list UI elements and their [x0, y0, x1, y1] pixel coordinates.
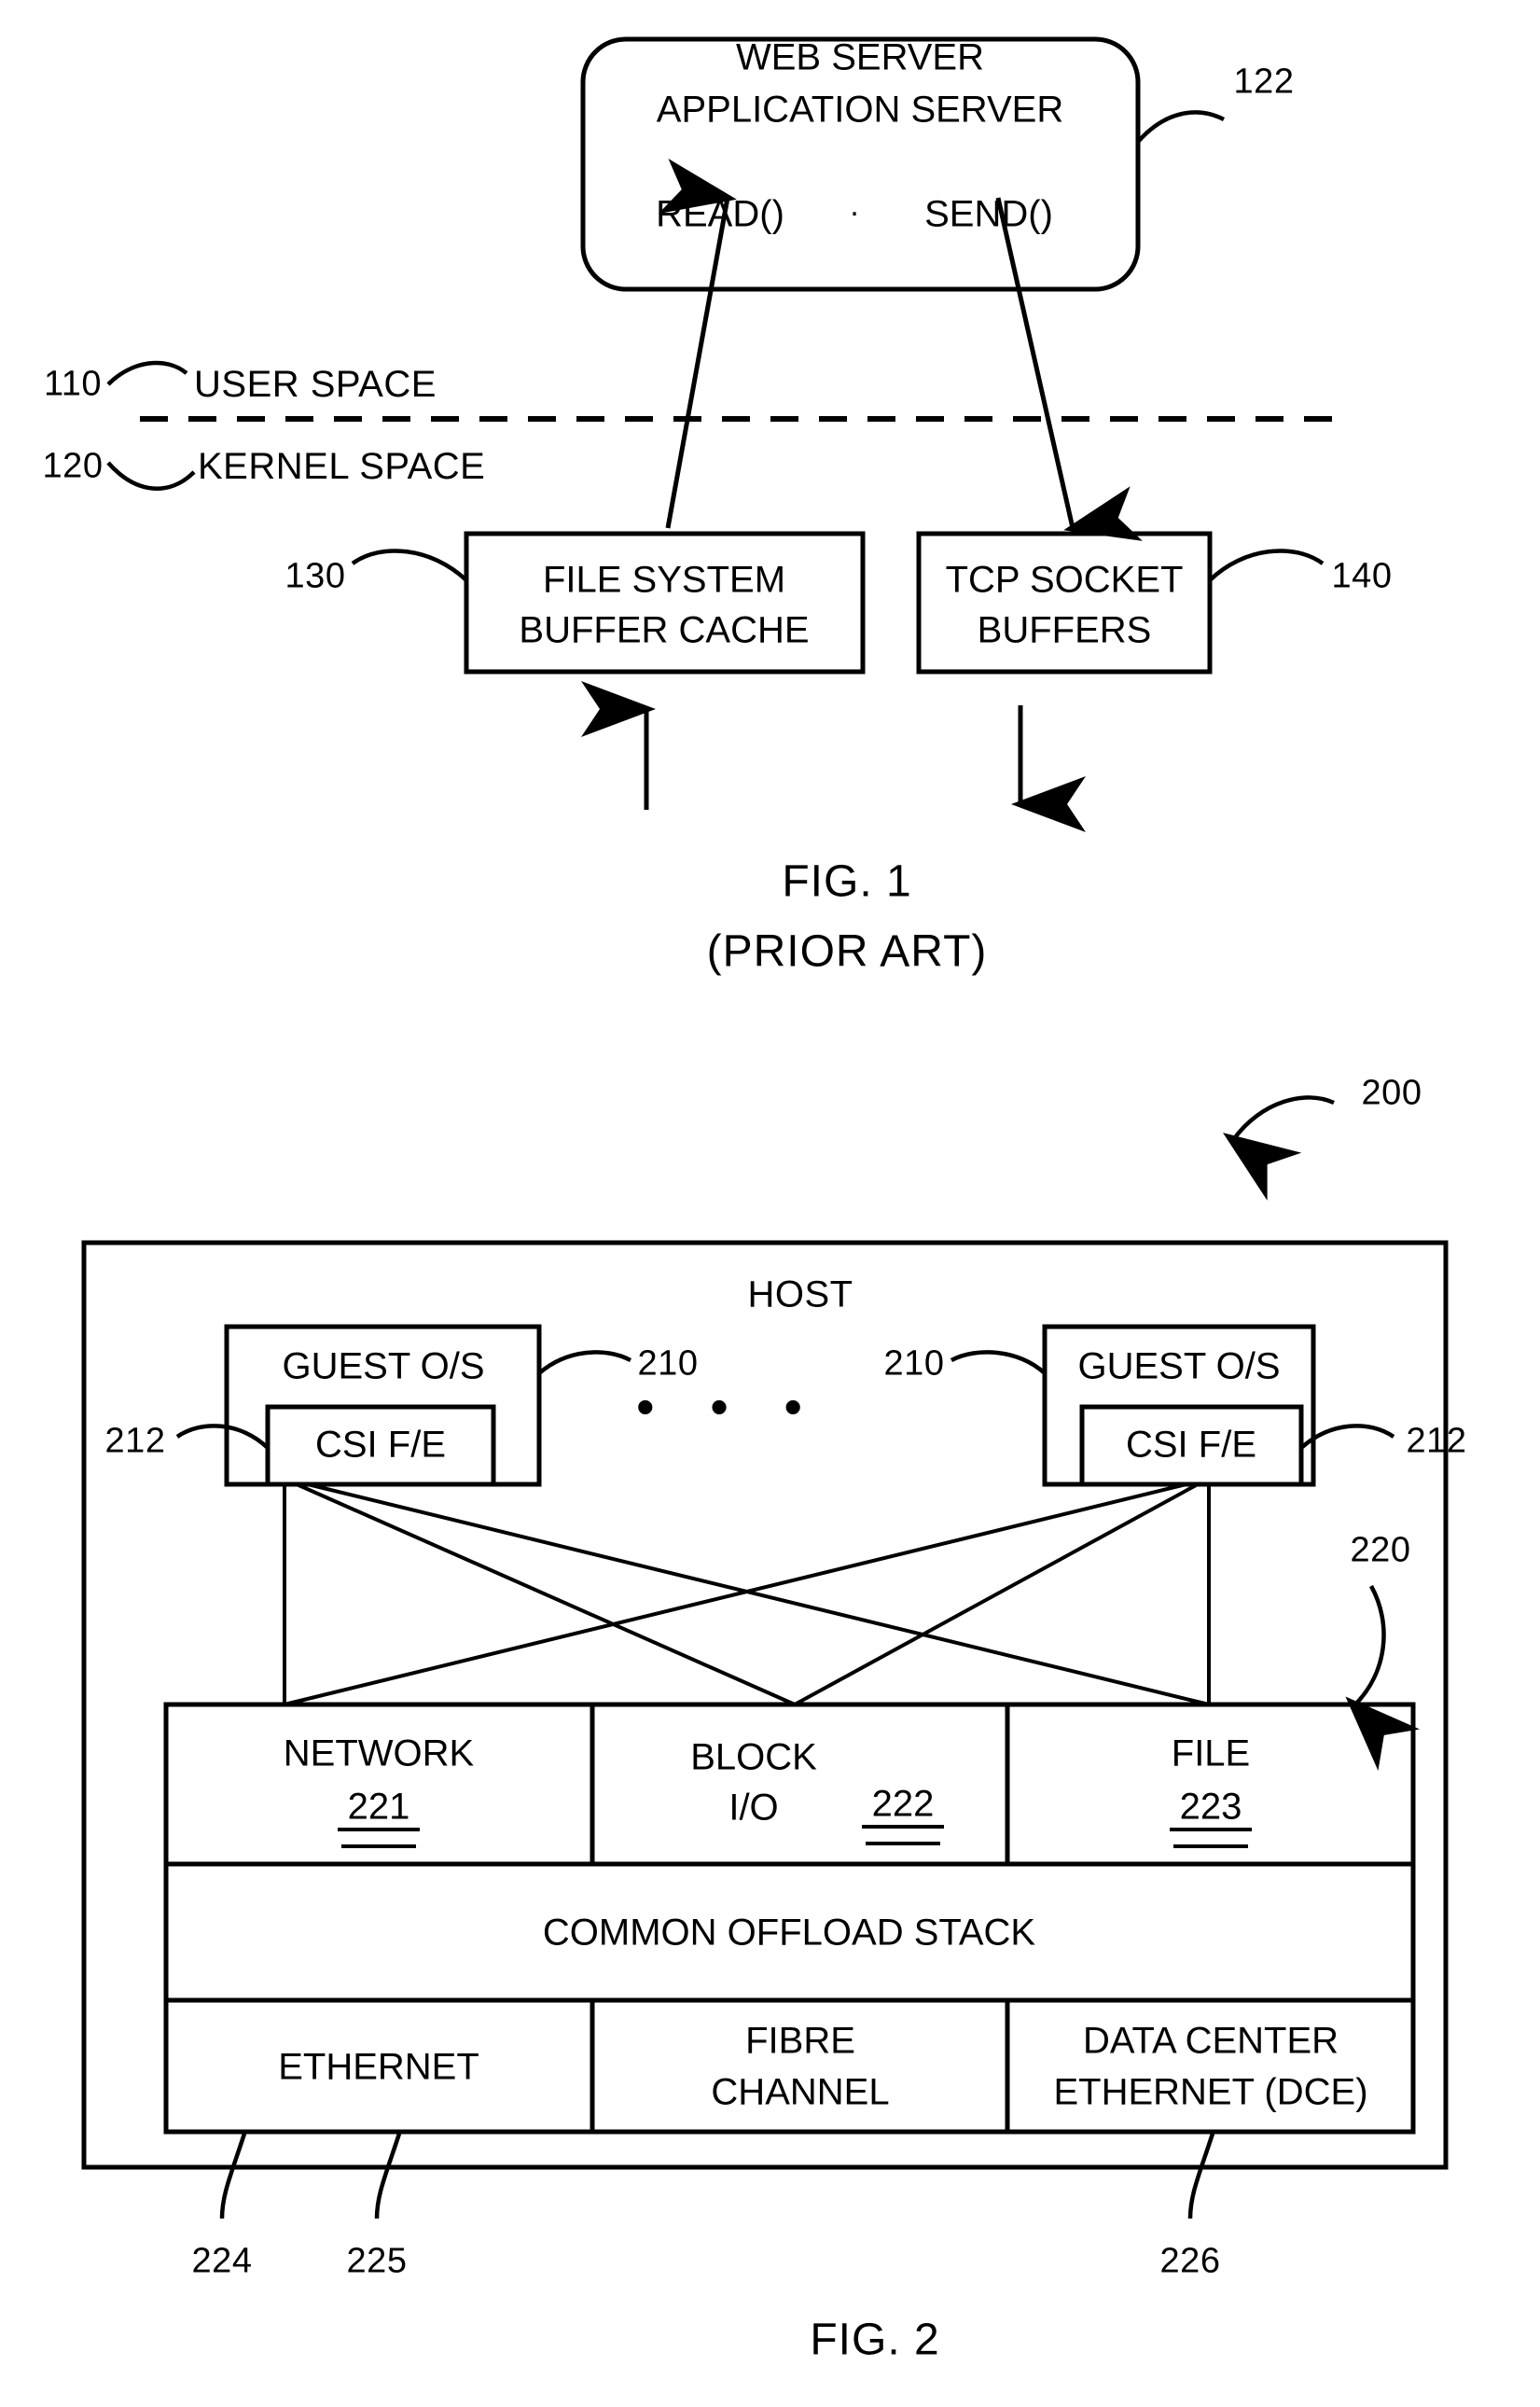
leader-210-right [950, 1350, 1047, 1375]
file-ref-underline [1170, 1828, 1252, 1831]
ref-140: 140 [1331, 556, 1393, 596]
web-server-label-line2: APPLICATION SERVER [656, 89, 1064, 131]
network-cell-label: NETWORK [283, 1732, 475, 1774]
fig1-title: FIG. 1 [782, 856, 912, 907]
link-left-to-file [307, 1482, 1210, 1706]
file-system-label-line1: FILE SYSTEM [542, 559, 786, 601]
block-io-ref-underline [862, 1825, 944, 1829]
common-offload-stack-label: COMMON OFFLOAD STACK [542, 1912, 1036, 1954]
host-label: HOST [747, 1273, 853, 1315]
user-space-label: USER SPACE [194, 364, 437, 405]
block-io-cell-label-line2: I/O [728, 1787, 779, 1829]
guest-os-label-right: GUEST O/S [1077, 1345, 1281, 1387]
file-cell-ref: 223 [1179, 1786, 1242, 1828]
csi-fe-label-right: CSI F/E [1125, 1424, 1257, 1466]
ref-226: 226 [1159, 2241, 1221, 2281]
block-io-ref-underline-2 [866, 1842, 940, 1845]
file-cell-label: FILE [1171, 1732, 1251, 1774]
block-io-cell-label-line1: BLOCK [690, 1736, 817, 1778]
leader-210-left [537, 1350, 632, 1375]
file-system-label-line2: BUFFER CACHE [519, 609, 810, 651]
ref-122: 122 [1233, 62, 1295, 102]
read-call-label: READ() [656, 193, 784, 235]
link-right-to-network [284, 1482, 1187, 1706]
fig2-title: FIG. 2 [810, 2315, 940, 2365]
dce-cell-label-line1: DATA CENTER [1082, 2020, 1339, 2062]
arrow-read-path [658, 159, 737, 529]
leader-122 [1136, 110, 1226, 144]
file-ref-underline-2 [1173, 1844, 1248, 1848]
call-separator-dot: · [849, 194, 860, 230]
leader-110 [106, 360, 188, 386]
fibre-channel-cell-label-line2: CHANNEL [711, 2071, 890, 2113]
leader-140 [1208, 549, 1325, 582]
ref-225: 225 [346, 2241, 408, 2281]
ref-200: 200 [1361, 1073, 1422, 1113]
guest-ellipsis: • • • [636, 1377, 823, 1436]
network-ref-underline [338, 1828, 420, 1831]
ref-224: 224 [191, 2241, 253, 2281]
leader-130 [351, 549, 468, 582]
leader-200 [1223, 1095, 1335, 1201]
block-io-cell-ref: 222 [871, 1783, 935, 1825]
network-ref-underline-2 [341, 1844, 416, 1848]
dce-cell-label-line2: ETHERNET (DCE) [1053, 2071, 1368, 2113]
csi-fe-label-left: CSI F/E [314, 1424, 447, 1466]
ref-212-right: 212 [1406, 1421, 1467, 1461]
patent-figure-sheet: WEB SERVER APPLICATION SERVER READ() · S… [0, 0, 1540, 2407]
link-left-to-blockio [296, 1482, 796, 1706]
web-server-label-line1: WEB SERVER [736, 36, 984, 78]
leader-224 [219, 2133, 247, 2219]
tcp-buffers-label-line1: TCP SOCKET [945, 559, 1184, 601]
arrow-send-path [995, 197, 1143, 541]
leader-212-left [175, 1424, 270, 1450]
ref-110: 110 [43, 364, 103, 404]
leader-226 [1187, 2133, 1215, 2219]
ref-212-left: 212 [104, 1421, 166, 1461]
ref-130: 130 [284, 556, 346, 596]
leader-120 [106, 461, 196, 491]
leader-225 [374, 2133, 402, 2219]
ref-120: 120 [42, 446, 104, 486]
fibre-channel-cell-label-line1: FIBRE [745, 2020, 855, 2062]
ethernet-cell-label: ETHERNET [278, 2046, 479, 2088]
guest-os-label-left: GUEST O/S [282, 1345, 485, 1387]
ref-220: 220 [1350, 1530, 1411, 1570]
network-cell-ref: 221 [347, 1786, 410, 1828]
tcp-buffers-label-line2: BUFFERS [977, 609, 1152, 651]
kernel-space-label: KERNEL SPACE [198, 446, 486, 487]
link-right-to-blockio [794, 1482, 1199, 1706]
leader-220 [1345, 1584, 1421, 1771]
ref-210-right: 210 [883, 1343, 945, 1384]
fig1-subtitle: (PRIOR ART) [706, 926, 988, 977]
send-call-label: SEND() [924, 193, 1053, 235]
